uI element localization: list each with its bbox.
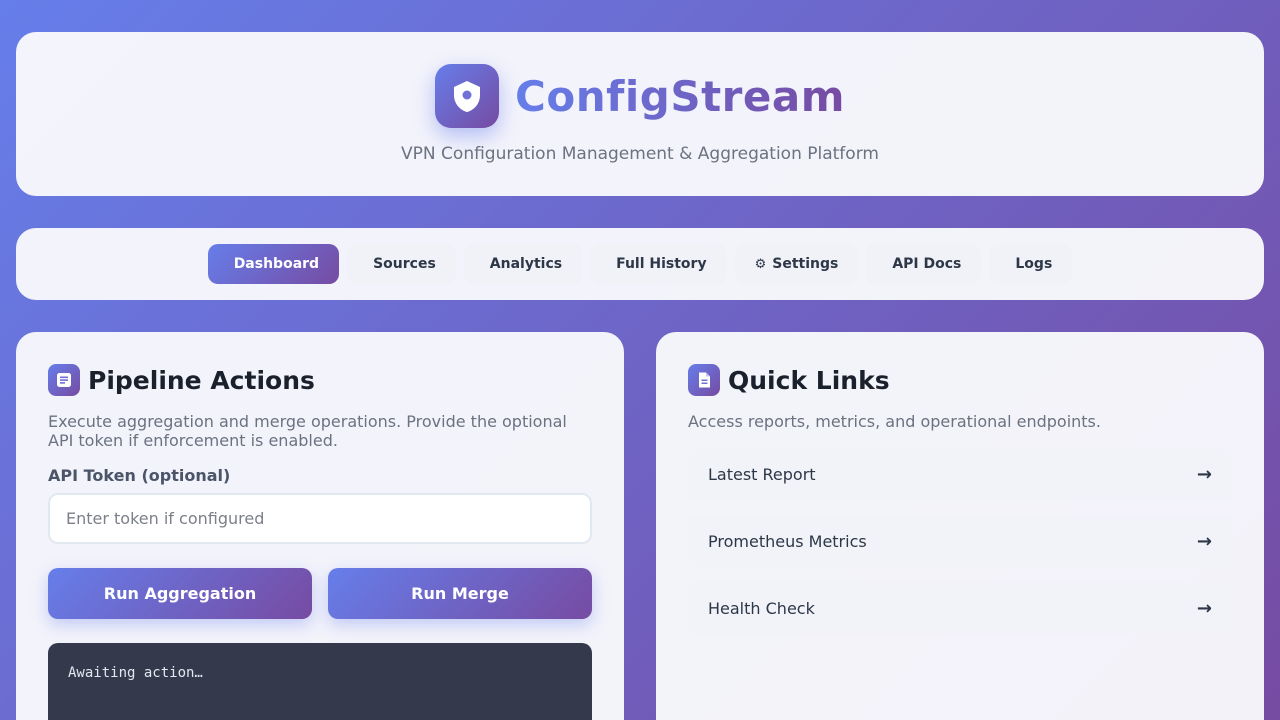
pipeline-actions-panel: Pipeline Actions Execute aggregation and… bbox=[16, 332, 624, 720]
panel-title: Quick Links bbox=[728, 365, 890, 395]
file-icon bbox=[688, 364, 720, 396]
panel-header: Quick Links bbox=[688, 364, 890, 396]
header-card: ConfigStream VPN Configuration Managemen… bbox=[16, 32, 1264, 196]
app-title: ConfigStream bbox=[515, 71, 845, 121]
nav-label: Settings bbox=[772, 256, 839, 272]
document-icon bbox=[48, 364, 80, 396]
output-console: Awaiting action… bbox=[48, 643, 592, 720]
link-prometheus-metrics[interactable]: Prometheus Metrics → bbox=[688, 514, 1232, 568]
api-token-label: API Token (optional) bbox=[48, 466, 231, 485]
panel-description: Access reports, metrics, and operational… bbox=[688, 412, 1101, 431]
app-subtitle: VPN Configuration Management & Aggregati… bbox=[401, 144, 879, 164]
nav-sources[interactable]: Sources bbox=[347, 244, 456, 284]
nav-label: Full History bbox=[616, 256, 707, 272]
panel-description: Execute aggregation and merge operations… bbox=[48, 412, 567, 450]
panel-title: Pipeline Actions bbox=[88, 365, 315, 395]
link-label: Health Check bbox=[708, 598, 815, 618]
nav-logs[interactable]: Logs bbox=[989, 244, 1073, 284]
nav-full-history[interactable]: Full History bbox=[590, 244, 727, 284]
gear-icon: ⚙ bbox=[754, 256, 767, 272]
shield-icon bbox=[435, 64, 500, 128]
arrow-right-icon: → bbox=[1196, 530, 1212, 552]
run-aggregation-button[interactable]: Run Aggregation bbox=[48, 568, 312, 619]
api-token-input[interactable] bbox=[48, 493, 592, 544]
run-merge-button[interactable]: Run Merge bbox=[328, 568, 592, 619]
nav-label: Sources bbox=[373, 256, 436, 272]
quick-links-panel: Quick Links Access reports, metrics, and… bbox=[656, 332, 1264, 720]
link-latest-report[interactable]: Latest Report → bbox=[688, 447, 1232, 501]
nav-label: Dashboard bbox=[233, 256, 320, 272]
nav-api-docs[interactable]: API Docs bbox=[866, 244, 982, 284]
nav-settings[interactable]: ⚙ Settings bbox=[734, 244, 859, 284]
quick-links-list: Latest Report → Prometheus Metrics → Hea… bbox=[688, 447, 1232, 648]
nav-analytics[interactable]: Analytics bbox=[463, 244, 583, 284]
main-nav: Dashboard Sources Analytics Full History… bbox=[16, 228, 1264, 300]
panel-header: Pipeline Actions bbox=[48, 364, 315, 396]
nav-label: API Docs bbox=[892, 256, 962, 272]
nav-label: Analytics bbox=[489, 256, 563, 272]
nav-dashboard[interactable]: Dashboard bbox=[207, 244, 340, 284]
nav-label: Logs bbox=[1015, 256, 1053, 272]
brand: ConfigStream bbox=[16, 64, 1264, 128]
link-label: Latest Report bbox=[708, 464, 816, 484]
arrow-right-icon: → bbox=[1196, 597, 1212, 619]
arrow-right-icon: → bbox=[1196, 463, 1212, 485]
link-label: Prometheus Metrics bbox=[708, 531, 867, 551]
link-health-check[interactable]: Health Check → bbox=[688, 581, 1232, 635]
